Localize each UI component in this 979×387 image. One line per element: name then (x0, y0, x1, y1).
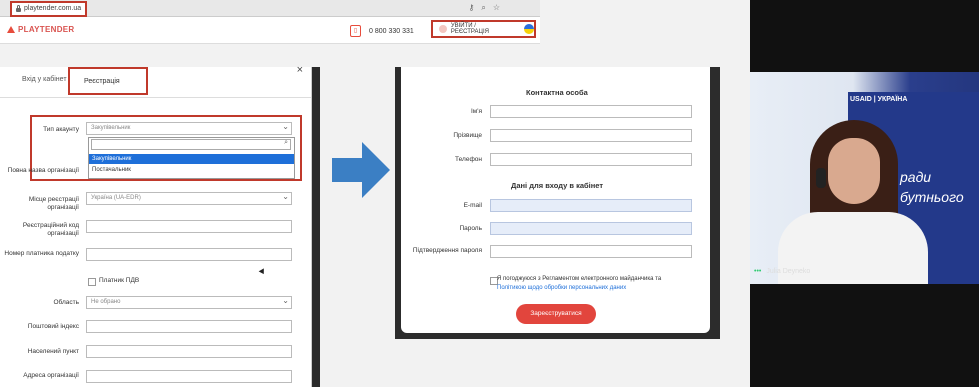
registration-modal: Вхід у кабінет Реєстрація × Тип акаунту … (0, 64, 312, 387)
phone-input[interactable] (490, 153, 692, 166)
lock-icon (16, 5, 21, 12)
url-text: playtender.com.ua (24, 5, 82, 12)
vat-label: Платник ПДВ (99, 277, 140, 284)
contact-form-card: Контактна особа Ім'я Прізвище Телефон Да… (401, 67, 710, 333)
privacy-policy-link[interactable]: Політикою щодо обробки персональних дани… (497, 285, 626, 291)
reg-code-label: Реєстраційний код організації (22, 222, 79, 237)
full-name-label: Повна назва організації (7, 167, 79, 174)
surname-label: Прізвище (453, 132, 482, 139)
agree-text-block: Я погоджуюся з Регламентом електронного … (497, 275, 697, 293)
ukraine-flag-icon[interactable] (524, 24, 534, 34)
audio-indicator-icon: ••• (754, 268, 762, 275)
close-icon[interactable]: × (297, 64, 303, 76)
reg-code-input[interactable] (86, 220, 292, 233)
participant-name: Julia Deyneko (766, 268, 811, 275)
reg-place-select[interactable]: Україна (UA-EDR) (86, 191, 292, 205)
tab-login[interactable]: Вхід у кабінет (22, 76, 67, 83)
phone-icon: ▯ (350, 25, 361, 37)
right-arrow-icon (332, 142, 390, 198)
postal-label: Поштовий індекс (27, 323, 79, 330)
search-icon: ⌕ (284, 139, 288, 146)
key-icon[interactable]: ⚷ (468, 3, 474, 13)
phone-label: Телефон (455, 156, 482, 163)
email-label: E-mail (463, 202, 482, 209)
vat-checkbox[interactable] (88, 278, 96, 286)
login-heading: Дані для входу в кабінет (511, 181, 603, 190)
email-input[interactable] (490, 199, 692, 212)
region-label: Область (53, 299, 79, 306)
dropdown-option-buyer[interactable]: Закупівельник (89, 154, 294, 164)
user-icon (439, 25, 447, 33)
participant-name-bar: ••• Julia Deyneko (754, 268, 810, 275)
account-type-dropdown: ⌕ Закупівельник Постачальник (88, 137, 295, 179)
agree-text: Я погоджуюся з Регламентом електронного … (497, 276, 662, 282)
dropdown-option-supplier[interactable]: Постачальник (89, 165, 294, 175)
browser-icons: ⚷ ⌕ ☆ (468, 3, 500, 13)
dropdown-search-input[interactable]: ⌕ (91, 139, 291, 150)
tax-number-input[interactable] (86, 248, 292, 261)
contact-heading: Контактна особа (526, 88, 588, 97)
mouse-cursor-icon (258, 268, 267, 276)
register-button[interactable]: Зареєструватися (516, 304, 596, 324)
region-select[interactable]: Не обрано (86, 295, 292, 309)
name-label: Ім'я (470, 108, 482, 115)
surname-input[interactable] (490, 129, 692, 142)
logo-triangle-icon (7, 26, 15, 33)
search-icon[interactable]: ⌕ (481, 3, 485, 13)
presentation-slide: playtender.com.ua ⚷ ⌕ ☆ PLAYTENDER ▯ 0 8… (0, 0, 750, 387)
password-input[interactable] (490, 222, 692, 235)
modal-tabs: Вхід у кабінет Реєстрація × (0, 64, 311, 98)
participant-face (828, 138, 880, 204)
address-label: Адреса організації (23, 372, 79, 379)
site-header: PLAYTENDER ▯ 0 800 330 331 УВІЙТИ / РЕЄС… (0, 17, 540, 44)
postal-input[interactable] (86, 320, 292, 333)
tab-register[interactable]: Реєстрація (68, 67, 148, 95)
login-label: УВІЙТИ / РЕЄСТРАЦІЯ (450, 23, 489, 35)
divider-strip (312, 67, 320, 387)
confirm-password-label: Підтвердження пароля (412, 247, 482, 254)
logo-text: PLAYTENDER (18, 25, 75, 34)
contact-form-panel: Контактна особа Ім'я Прізвище Телефон Да… (395, 67, 720, 339)
reg-place-label: Місце реєстрації організації (28, 196, 79, 211)
address-input[interactable] (86, 370, 292, 383)
city-label: Населений пункт (27, 348, 79, 355)
site-logo[interactable]: PLAYTENDER (7, 25, 75, 34)
account-type-label: Тип акаунту (43, 126, 79, 133)
headset-icon (816, 168, 826, 188)
login-register-button[interactable]: УВІЙТИ / РЕЄСТРАЦІЯ (431, 20, 536, 38)
tax-number-label: Номер платника податку (4, 250, 79, 257)
password-label: Пароль (459, 225, 482, 232)
video-panel: USAID | УКРАЇНА ради бутнього ••• Julia … (750, 0, 979, 387)
confirm-password-input[interactable] (490, 245, 692, 258)
phone-number[interactable]: 0 800 330 331 (369, 28, 414, 35)
name-input[interactable] (490, 105, 692, 118)
url-field[interactable]: playtender.com.ua (10, 1, 88, 17)
city-input[interactable] (86, 345, 292, 358)
account-type-select[interactable]: Закупівельник (86, 121, 292, 135)
star-icon[interactable]: ☆ (493, 3, 500, 13)
phone-block: ▯ 0 800 330 331 (350, 25, 414, 37)
participant-video: USAID | УКРАЇНА ради бутнього (750, 72, 979, 284)
banner-text: ради бутнього (900, 169, 964, 205)
browser-address-bar: playtender.com.ua ⚷ ⌕ ☆ (0, 0, 540, 17)
usaid-logo: USAID | УКРАЇНА (850, 96, 908, 103)
